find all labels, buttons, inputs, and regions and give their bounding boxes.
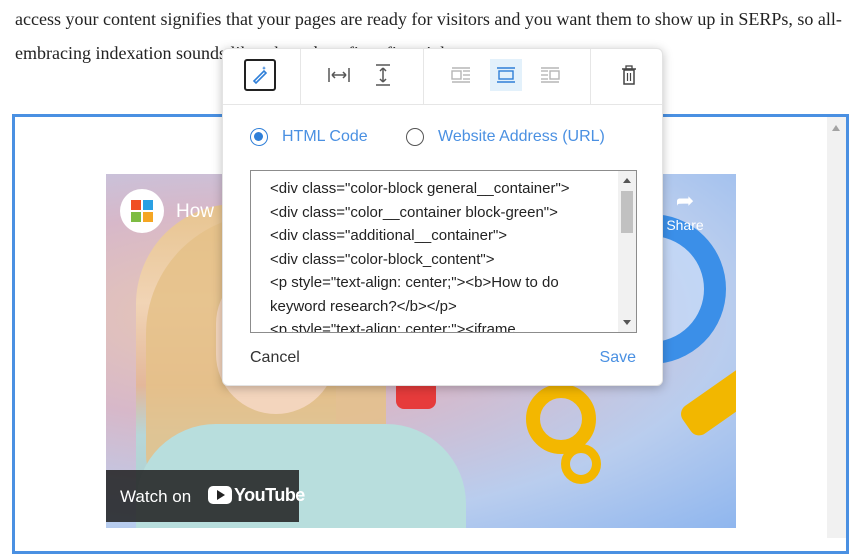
frame-scrollbar[interactable] bbox=[827, 117, 846, 538]
trash-icon[interactable] bbox=[613, 59, 645, 91]
width-icon[interactable] bbox=[323, 59, 355, 91]
code-line: <div class="color-block_content"> bbox=[270, 250, 495, 268]
html-code-textarea[interactable]: <div class="color-block general__contain… bbox=[250, 170, 637, 333]
html-code-radio[interactable] bbox=[250, 128, 268, 146]
website-url-option[interactable]: Website Address (URL) bbox=[406, 126, 605, 148]
html-code-label[interactable]: HTML Code bbox=[282, 128, 368, 146]
website-url-radio[interactable] bbox=[406, 128, 424, 146]
code-line: <div class="additional__container"> bbox=[270, 227, 508, 244]
code-scrollbar[interactable] bbox=[618, 171, 636, 332]
code-content: <div class="color-block general__contain… bbox=[270, 177, 610, 333]
embed-toolbar bbox=[223, 49, 662, 105]
embed-dialog: HTML Code Website Address (URL) <div cla… bbox=[222, 48, 663, 386]
code-line: keyword research?</b></p> bbox=[270, 297, 457, 315]
save-button[interactable]: Save bbox=[600, 349, 636, 367]
align-left-icon[interactable] bbox=[445, 59, 477, 91]
code-line: <div class="color-block general__contain… bbox=[270, 180, 570, 197]
height-icon[interactable] bbox=[367, 59, 399, 91]
code-line: <div class="color__container block-green… bbox=[270, 203, 558, 221]
code-scroll-thumb[interactable] bbox=[621, 191, 633, 233]
scroll-up-icon[interactable] bbox=[832, 125, 840, 131]
youtube-play-icon bbox=[208, 486, 232, 504]
youtube-wordmark: YouTube bbox=[234, 485, 305, 505]
code-scroll-down-icon[interactable] bbox=[623, 320, 631, 325]
share-icon: ➦ bbox=[675, 188, 695, 213]
align-right-icon[interactable] bbox=[534, 59, 566, 91]
video-key-small-graphic bbox=[561, 444, 601, 484]
align-center-icon[interactable] bbox=[490, 59, 522, 91]
video-key-graphic bbox=[526, 384, 596, 454]
share-label: Share bbox=[666, 217, 704, 233]
watch-on-label: Watch on bbox=[120, 487, 192, 506]
code-line: <p style="text-align: center;"><b>How to… bbox=[270, 274, 559, 291]
video-title[interactable]: How bbox=[176, 201, 214, 223]
website-url-label[interactable]: Website Address (URL) bbox=[438, 128, 605, 146]
html-code-option[interactable]: HTML Code bbox=[250, 126, 368, 148]
video-magnifier-handle bbox=[677, 342, 736, 440]
edit-magic-icon[interactable] bbox=[244, 59, 276, 91]
channel-logo-icon[interactable] bbox=[120, 189, 164, 233]
code-scroll-up-icon[interactable] bbox=[623, 178, 631, 183]
share-button[interactable]: ➦ Share bbox=[660, 188, 710, 234]
watch-on-youtube-button[interactable]: Watch on YouTube bbox=[106, 470, 305, 522]
cancel-button[interactable]: Cancel bbox=[250, 349, 300, 367]
code-line: <p style="text-align: center;"><iframe bbox=[270, 321, 516, 333]
